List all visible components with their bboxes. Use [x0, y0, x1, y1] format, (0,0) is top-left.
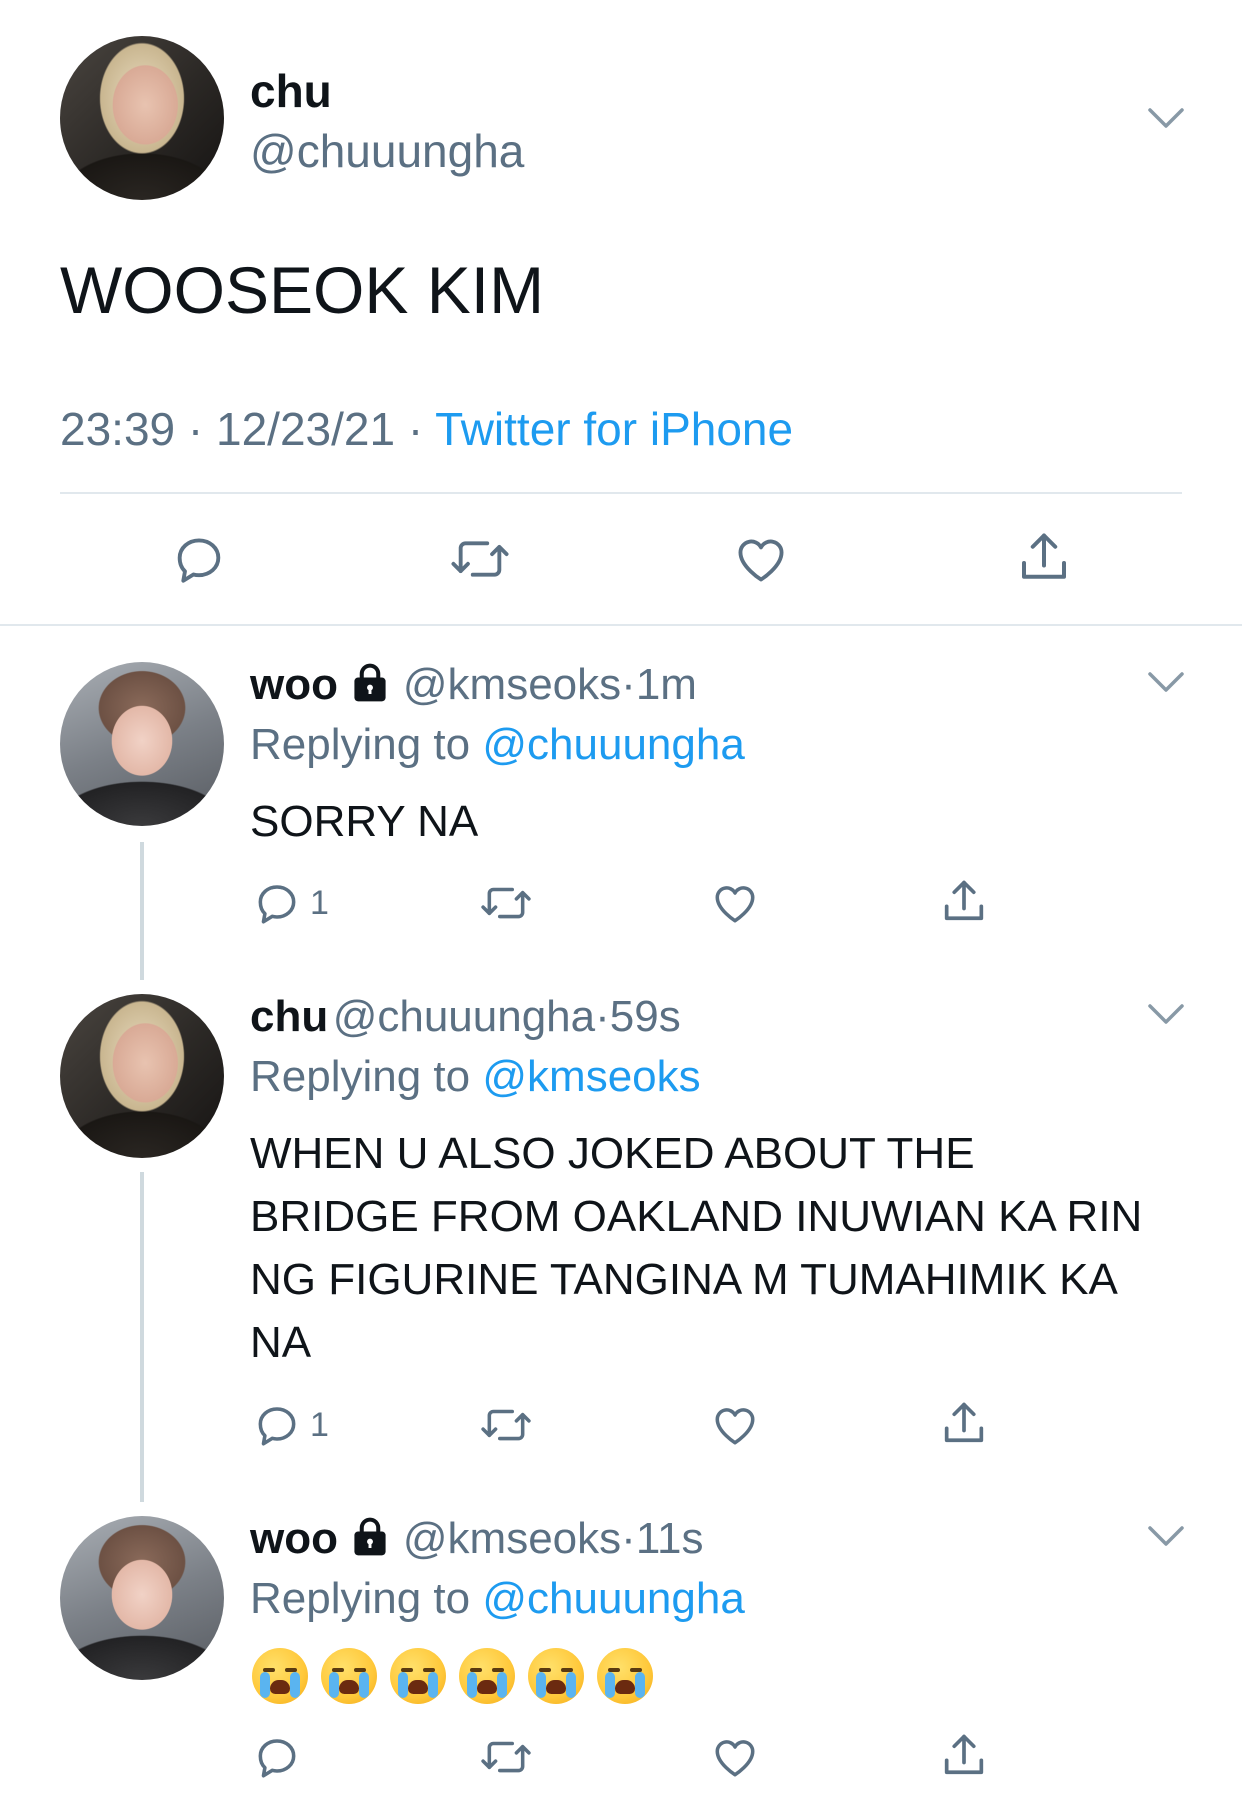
author-handle[interactable]: @chuuungha [333, 992, 595, 1041]
emoji-row [252, 1648, 666, 1704]
replying-to-label: Replying to [250, 1052, 471, 1101]
reply-time: 59s [609, 992, 681, 1041]
lock-icon [354, 663, 387, 702]
lock-icon [354, 1517, 387, 1556]
replying-to: Replying to @chuuungha [250, 1574, 745, 1624]
chevron-down-icon[interactable] [1146, 1002, 1186, 1026]
loudly-crying-face-icon [597, 1648, 653, 1704]
retweet-icon [481, 1409, 531, 1441]
meta-separator: · [621, 1514, 636, 1563]
author-name[interactable]: chu [250, 64, 332, 118]
like-button[interactable] [710, 1400, 760, 1450]
avatar[interactable] [60, 1516, 224, 1680]
tweet-date: 12/23/21 [216, 403, 396, 455]
meta-separator: · [621, 660, 636, 709]
thread-line [140, 1172, 144, 1502]
tweet-meta: 23:39 · 12/23/21 · Twitter for iPhone [60, 402, 793, 456]
replying-to: Replying to @chuuungha [250, 720, 745, 770]
reply-header: woo @kmseoks·11s [250, 1514, 704, 1564]
loudly-crying-face-icon [252, 1648, 308, 1704]
tweet-time: 23:39 [60, 403, 176, 455]
author-handle[interactable]: @chuuungha [250, 124, 524, 178]
author-handle[interactable]: @kmseoks [403, 660, 621, 709]
avatar[interactable] [60, 662, 224, 826]
share-icon [1022, 533, 1066, 579]
reply-button[interactable] [170, 530, 228, 588]
reply-text-line: WHEN U ALSO JOKED ABOUT THE [250, 1129, 975, 1178]
retweet-icon [481, 887, 531, 919]
reply-button[interactable]: 1 [252, 878, 329, 928]
loudly-crying-face-icon [390, 1648, 446, 1704]
reply-time: 11s [635, 1514, 704, 1563]
like-button[interactable] [710, 878, 760, 928]
like-button[interactable] [732, 530, 790, 588]
author-name[interactable]: chu [250, 992, 328, 1041]
meta-separator: · [187, 403, 204, 455]
reply-button[interactable] [252, 1732, 302, 1782]
chevron-down-icon[interactable] [1146, 1524, 1186, 1548]
chevron-down-icon[interactable] [1146, 670, 1186, 694]
share-icon [944, 1402, 984, 1443]
replying-to-label: Replying to [250, 1574, 471, 1623]
divider [0, 624, 1242, 626]
reply-text-line: BRIDGE FROM OAKLAND INUWIAN KA RIN [250, 1192, 1143, 1241]
tweet-text: WOOSEOK KIM [60, 253, 545, 327]
share-icon [944, 880, 984, 921]
retweet-icon [451, 541, 509, 577]
author-handle[interactable]: @kmseoks [403, 1514, 621, 1563]
reply-count: 1 [310, 883, 329, 922]
replying-to-handle[interactable]: @kmseoks [482, 1052, 700, 1101]
like-icon [715, 1740, 755, 1777]
like-icon [738, 539, 784, 582]
reply-count: 1 [310, 1405, 329, 1444]
reply-header: chu @chuuungha·59s [250, 992, 681, 1042]
avatar[interactable] [60, 994, 224, 1158]
retweet-button[interactable] [478, 1400, 534, 1450]
like-icon [715, 1408, 755, 1445]
share-icon [944, 1734, 984, 1775]
reply-text-line: NA [250, 1318, 312, 1367]
retweet-icon [481, 1741, 531, 1773]
thread-line [140, 842, 144, 980]
replying-to: Replying to @kmseoks [250, 1052, 701, 1102]
author-name[interactable]: woo [250, 1514, 338, 1563]
reply-icon [258, 1407, 296, 1446]
loudly-crying-face-icon [321, 1648, 377, 1704]
like-icon [715, 886, 755, 923]
reply-text: SORRY NA [250, 797, 479, 846]
share-button[interactable] [938, 1730, 990, 1782]
share-button[interactable] [1014, 528, 1074, 588]
meta-separator: · [595, 992, 610, 1041]
reply-text-line: NG FIGURINE TANGINA M TUMAHIMIK KA [250, 1255, 1118, 1304]
share-button[interactable] [938, 876, 990, 928]
divider [60, 492, 1182, 494]
tweet-source-link[interactable]: Twitter for iPhone [435, 403, 793, 455]
chevron-down-icon[interactable] [1146, 106, 1186, 130]
reply-icon [177, 538, 221, 583]
retweet-button[interactable] [448, 530, 512, 588]
share-button[interactable] [938, 1398, 990, 1450]
avatar[interactable] [60, 36, 224, 200]
replying-to-label: Replying to [250, 720, 471, 769]
author-name[interactable]: woo [250, 660, 338, 709]
like-button[interactable] [710, 1732, 760, 1782]
replying-to-handle[interactable]: @chuuungha [482, 720, 744, 769]
loudly-crying-face-icon [459, 1648, 515, 1704]
loudly-crying-face-icon [528, 1648, 584, 1704]
reply-icon [258, 885, 296, 924]
reply-text: WHEN U ALSO JOKED ABOUT THE BRIDGE FROM … [250, 1122, 1142, 1374]
reply-icon [258, 1739, 296, 1778]
reply-button[interactable]: 1 [252, 1400, 329, 1450]
retweet-button[interactable] [478, 878, 534, 928]
reply-time: 1m [635, 660, 697, 709]
meta-separator: · [407, 403, 424, 455]
reply-header: woo @kmseoks·1m [250, 660, 697, 710]
retweet-button[interactable] [478, 1732, 534, 1782]
replying-to-handle[interactable]: @chuuungha [482, 1574, 744, 1623]
